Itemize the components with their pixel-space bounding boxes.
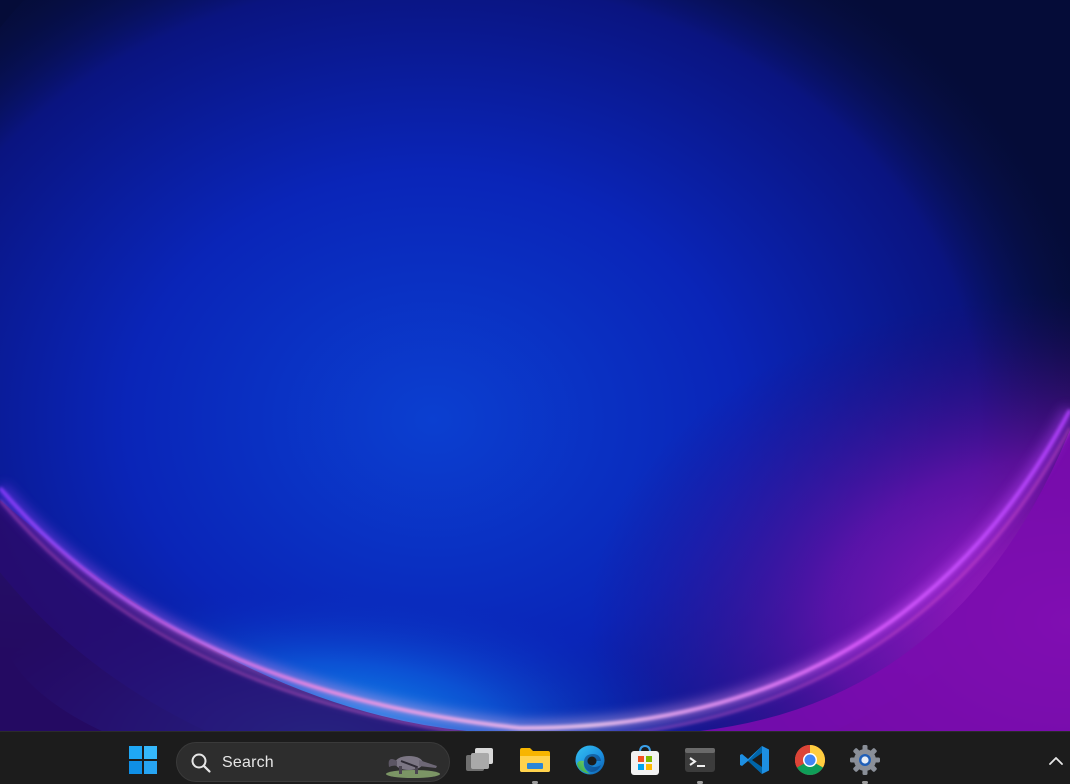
edge-icon <box>575 745 605 775</box>
search-box[interactable]: Search <box>176 742 450 782</box>
wallpaper <box>0 0 1070 731</box>
taskbar-app-vscode[interactable] <box>735 740 775 780</box>
start-button[interactable] <box>123 740 163 780</box>
taskbar-app-microsoft-store[interactable] <box>625 740 665 780</box>
search-label: Search <box>222 754 274 771</box>
gear-icon <box>850 745 880 775</box>
taskbar-app-edge[interactable] <box>570 740 610 780</box>
terminal-icon <box>685 748 715 772</box>
taskbar: Search <box>0 731 1070 784</box>
taskbar-app-task-view[interactable] <box>460 740 500 780</box>
desktop[interactable] <box>0 0 1070 731</box>
taskbar-app-terminal[interactable] <box>680 740 720 784</box>
taskbar-app-file-explorer[interactable] <box>515 740 555 784</box>
folder-icon <box>520 748 550 772</box>
chevron-up-icon[interactable] <box>1045 750 1067 772</box>
anteater-icon[interactable] <box>383 747 443 779</box>
vscode-icon <box>740 746 769 774</box>
store-icon <box>631 744 659 775</box>
chrome-icon <box>794 745 826 776</box>
taskbar-app-settings[interactable] <box>845 740 885 784</box>
taskbar-app-chrome[interactable] <box>790 740 830 780</box>
task-view-icon <box>466 748 493 771</box>
search-icon <box>191 753 211 773</box>
windows-logo-icon <box>129 746 157 774</box>
